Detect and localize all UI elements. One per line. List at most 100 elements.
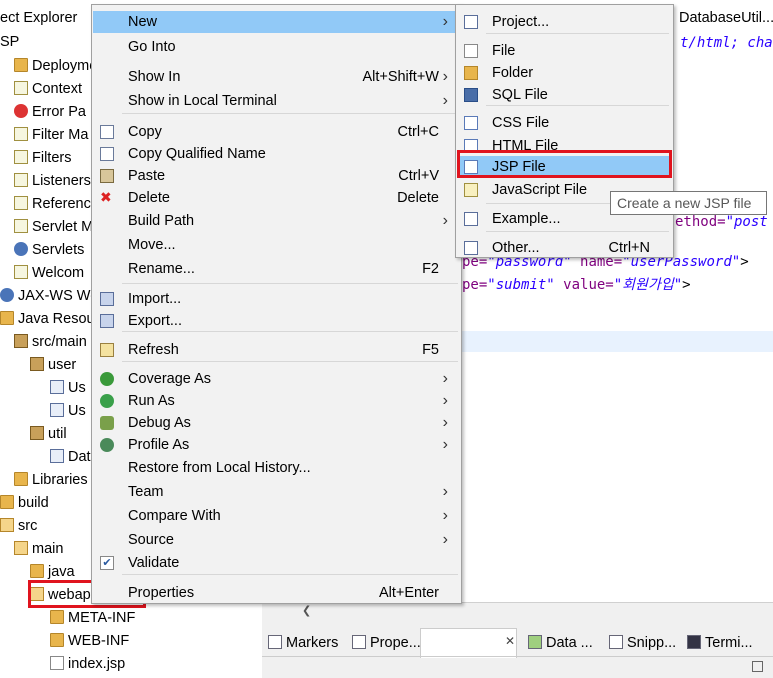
editor-tab-databaseutil[interactable]: DatabaseUtil... xyxy=(672,6,773,30)
tree-item[interactable]: SP xyxy=(0,31,19,53)
menu-item-label: Paste xyxy=(128,168,166,184)
tree-item[interactable]: java xyxy=(30,561,75,583)
tree-item[interactable]: main xyxy=(14,538,63,560)
jsp-file-icon xyxy=(464,160,478,174)
checkmark-icon: ✔ xyxy=(100,556,114,570)
html-file-icon xyxy=(464,139,478,153)
menu-item-paste[interactable]: Paste Ctrl+V xyxy=(93,165,460,187)
tree-item[interactable]: user xyxy=(30,354,76,376)
code-text: value= xyxy=(554,277,614,293)
tree-item[interactable]: Us xyxy=(50,377,86,399)
menu-item-label: Go Into xyxy=(128,39,176,55)
submenu-item-project[interactable]: Project... xyxy=(457,11,672,33)
tree-item[interactable]: Filter Ma xyxy=(14,124,88,146)
tree-item[interactable]: Servlets xyxy=(14,239,84,261)
menu-item-label: Debug As xyxy=(128,415,191,431)
menu-item-debug-as[interactable]: Debug As › xyxy=(93,412,460,434)
menu-item-label: Import... xyxy=(128,291,182,307)
submenu-arrow-icon: › xyxy=(442,92,448,109)
submenu-item-jsp-file[interactable]: JSP File xyxy=(457,156,672,178)
menu-separator xyxy=(122,574,458,575)
menu-item-source[interactable]: Source › xyxy=(93,529,460,551)
tree-item[interactable]: Java Resou xyxy=(0,308,95,330)
new-submenu: Project... File Folder SQL File CSS File HTML… xyxy=(455,4,674,258)
menu-item-restore-from-local-history[interactable]: Restore from Local History... xyxy=(93,457,460,479)
tree-item[interactable]: Us xyxy=(50,400,86,422)
tree-item-label: Us xyxy=(68,380,86,396)
menu-item-copy-qualified-name[interactable]: Copy Qualified Name xyxy=(93,143,460,165)
code-text: "submit" xyxy=(487,277,555,293)
tree-item[interactable]: Listeners xyxy=(14,170,91,192)
tree-item[interactable]: util xyxy=(30,423,67,445)
menu-item-export[interactable]: Export... xyxy=(93,310,460,332)
menu-item-build-path[interactable]: Build Path › xyxy=(93,210,460,232)
active-tab-background xyxy=(420,628,517,658)
submenu-item-sql-file[interactable]: SQL File xyxy=(457,84,672,106)
file-icon xyxy=(464,44,478,58)
folder-icon xyxy=(30,564,44,579)
menu-item-label: Move... xyxy=(128,237,176,253)
submenu-item-css-file[interactable]: CSS File xyxy=(457,112,672,134)
menu-shortcut: Ctrl+C xyxy=(397,124,440,140)
tree-item[interactable]: src/main xyxy=(14,331,87,353)
menu-item-properties[interactable]: Properties Alt+Enter xyxy=(93,582,460,604)
other-icon xyxy=(464,241,478,255)
menu-item-refresh[interactable]: Refresh F5 xyxy=(93,339,460,361)
sql-file-icon xyxy=(464,88,478,102)
bottom-tab[interactable]: Markers xyxy=(268,630,338,656)
menu-item-new[interactable]: New › xyxy=(93,11,460,33)
tree-item-label: META-INF xyxy=(68,610,136,626)
minimize-icon[interactable] xyxy=(752,661,763,672)
submenu-item-html-file[interactable]: HTML File xyxy=(457,135,672,157)
refresh-icon xyxy=(100,343,114,357)
submenu-item-folder[interactable]: Folder xyxy=(457,62,672,84)
menu-item-compare-with[interactable]: Compare With › xyxy=(93,505,460,527)
submenu-item-file[interactable]: File xyxy=(457,40,672,62)
tree-item[interactable]: Referenc xyxy=(14,193,91,215)
folder-icon xyxy=(50,633,64,648)
tree-item[interactable]: index.jsp xyxy=(50,653,125,675)
close-icon[interactable]: ✕ xyxy=(505,634,515,648)
tree-item[interactable]: Error Pa xyxy=(14,101,86,123)
tree-item[interactable]: Filters xyxy=(14,147,71,169)
menu-item-label: Export... xyxy=(128,313,182,329)
tree-item[interactable]: META-INF xyxy=(50,607,135,629)
tree-item[interactable]: webapp xyxy=(30,584,99,606)
tab-icon xyxy=(268,635,282,650)
tree-item[interactable]: JAX-WS We xyxy=(0,285,98,307)
bottom-tab[interactable]: Data ... xyxy=(528,630,593,656)
tree-item[interactable]: Libraries xyxy=(14,469,88,491)
menu-item-rename[interactable]: Rename... F2 xyxy=(93,258,460,280)
submenu-item-label: Example... xyxy=(492,211,561,227)
menu-item-team[interactable]: Team › xyxy=(93,481,460,503)
menu-item-coverage-as[interactable]: Coverage As › xyxy=(93,368,460,390)
tree-item[interactable]: Welcom xyxy=(14,262,84,284)
bottom-tab[interactable]: Prope... xyxy=(352,630,421,656)
menu-item-profile-as[interactable]: Profile As › xyxy=(93,434,460,456)
tree-item-label: Welcom xyxy=(32,265,85,281)
tree-item[interactable]: Context xyxy=(14,78,82,100)
menu-item-validate[interactable]: ✔ Validate xyxy=(93,552,460,574)
tree-item[interactable]: build xyxy=(0,492,49,514)
tree-item-label: Java Resou xyxy=(18,311,95,327)
menu-item-move[interactable]: Move... xyxy=(93,234,460,256)
tree-item[interactable]: src xyxy=(0,515,37,537)
menu-item-import[interactable]: Import... xyxy=(93,288,460,310)
bottom-tab-label: Data ... xyxy=(546,635,593,651)
tree-item[interactable]: WEB-INF xyxy=(50,630,129,652)
menu-item-go-into[interactable]: Go Into xyxy=(93,36,460,58)
menu-item-run-as[interactable]: Run As › xyxy=(93,390,460,412)
menu-item-show-in-local-terminal[interactable]: Show in Local Terminal › xyxy=(93,90,460,112)
bottom-tab[interactable]: Termi... xyxy=(687,630,753,656)
bottom-tab[interactable]: Snipp... xyxy=(609,630,676,656)
menu-item-delete[interactable]: ✖ Delete Delete xyxy=(93,187,460,209)
panel-divider xyxy=(262,656,773,657)
tree-item-label: Listeners xyxy=(32,173,91,189)
menu-shortcut: F2 xyxy=(422,261,439,277)
menu-item-copy[interactable]: Copy Ctrl+C xyxy=(93,121,460,143)
menu-item-show-in[interactable]: Show In Alt+Shift+W › xyxy=(93,66,460,88)
example-icon xyxy=(464,212,478,226)
tree-item[interactable]: Servlet M xyxy=(14,216,93,238)
scroll-left-arrow[interactable]: ❮ xyxy=(302,603,322,619)
submenu-item-other[interactable]: Other... Ctrl+N xyxy=(457,237,672,259)
